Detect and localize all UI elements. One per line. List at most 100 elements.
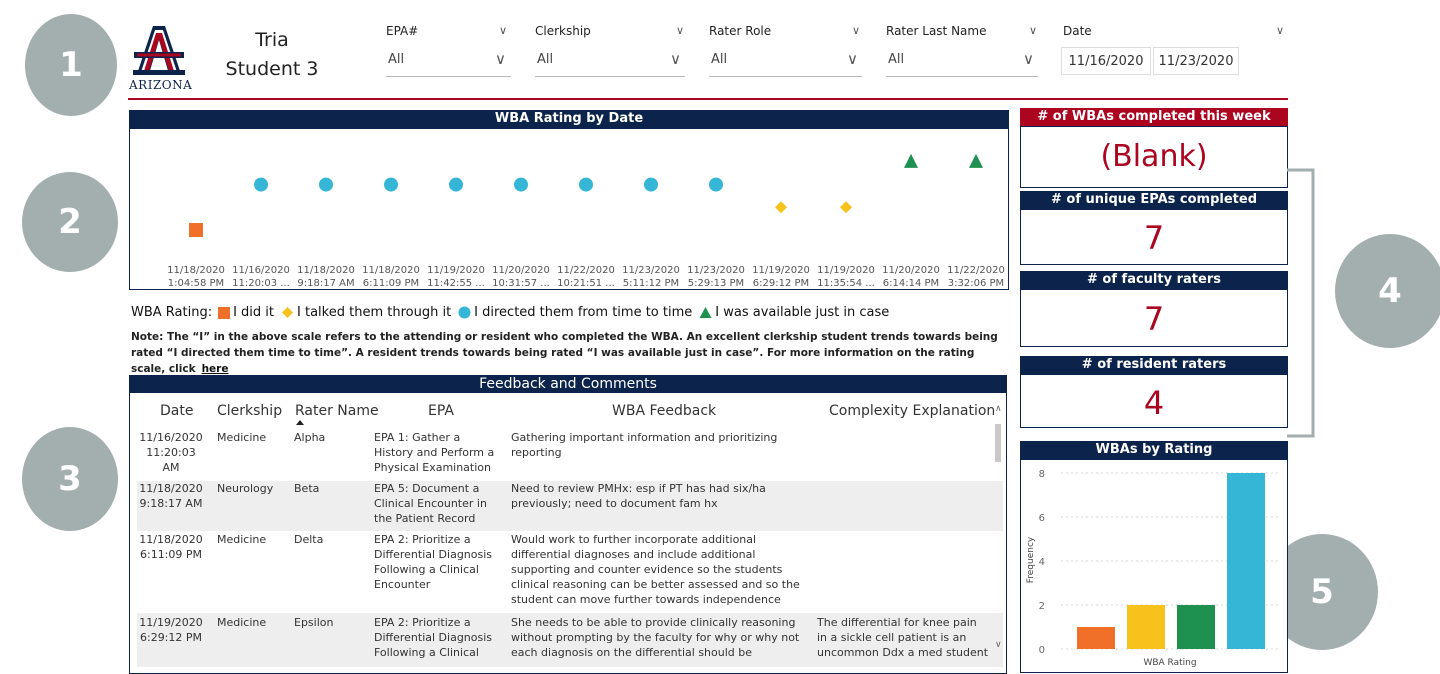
scatter-point[interactable]	[709, 177, 723, 192]
col-header-epa[interactable]: EPA	[428, 403, 454, 419]
scatter-point[interactable]	[644, 177, 658, 192]
scatter-point[interactable]	[514, 177, 528, 192]
kpi-resident-raters-title: # of resident raters	[1020, 356, 1288, 374]
row-rater: Alpha	[294, 431, 326, 444]
kpi-bracket	[1287, 168, 1315, 438]
date-start-input[interactable]: 11/16/2020	[1061, 47, 1151, 75]
bar-2[interactable]	[1127, 605, 1165, 649]
bar-3[interactable]	[1177, 605, 1215, 649]
table-scrollbar[interactable]: ∧ ∨	[993, 400, 1003, 665]
rating-scatter-plot	[189, 153, 983, 237]
clerkship-filter-title: Clerkship	[535, 24, 591, 38]
chevron-down-icon[interactable]: ∨	[1029, 24, 1037, 37]
tick-time: 11:20:03 ...	[232, 278, 290, 289]
rater-role-filter[interactable]: Rater Role ∨ All ∨	[709, 24, 862, 80]
col-header-complexity[interactable]: Complexity Explanation	[829, 403, 995, 419]
col-header-date[interactable]: Date	[160, 403, 193, 419]
dropdown-arrow-icon[interactable]: ∨	[1023, 50, 1034, 68]
chevron-down-icon[interactable]: ∨	[852, 24, 860, 37]
scatter-x-tick-label: 11/18/2020 9:18:17 AM	[293, 264, 359, 290]
legend-diamond-icon	[282, 307, 294, 318]
rater-last-name-filter[interactable]: Rater Last Name ∨ All ∨	[886, 24, 1038, 80]
row-date: 11/16/2020 11:20:03 AM	[139, 431, 203, 474]
dropdown-arrow-icon[interactable]: ∨	[495, 50, 506, 68]
bar-chart-title: WBAs by Rating	[1020, 441, 1288, 459]
kpi-faculty-raters-value: 7	[1143, 300, 1165, 338]
row-feedback: Gathering important information and prio…	[511, 431, 778, 459]
header-divider	[128, 98, 1288, 100]
kpi-wbas-week-card: (Blank)	[1020, 126, 1288, 188]
tick-time: 6:14:14 PM	[882, 278, 940, 289]
kpi-resident-raters-card: 4	[1020, 374, 1288, 428]
scroll-down-icon[interactable]: ∨	[995, 640, 1002, 650]
epa-filter[interactable]: EPA# ∨ All ∨	[386, 24, 511, 80]
bar-y-tick-label: 8	[1039, 469, 1045, 480]
scatter-point[interactable]	[579, 177, 593, 192]
divider	[886, 76, 1038, 77]
col-header-rater-name[interactable]: Rater Name	[295, 403, 379, 419]
legend-item-available: I was available just in case	[715, 305, 890, 320]
row-epa: EPA 2: Prioritize a Differential Diagnos…	[374, 616, 493, 659]
row-complexity: The differential for knee pain in a sick…	[817, 616, 989, 659]
rating-scale-note: Note: The “I” in the above scale refers …	[131, 329, 1011, 377]
scatter-point[interactable]	[189, 223, 203, 237]
scatter-point[interactable]	[904, 153, 918, 168]
scatter-x-tick-label: 11/22/2020 3:32:06 PM	[943, 264, 1009, 290]
chevron-down-icon[interactable]: ∨	[1276, 24, 1284, 37]
row-feedback: Would work to further incorporate additi…	[511, 533, 800, 606]
dropdown-arrow-icon[interactable]: ∨	[670, 50, 681, 68]
scatter-point[interactable]	[969, 153, 983, 168]
scatter-x-tick-label: 11/19/2020 11:35:54 ...	[813, 264, 879, 290]
scatter-point[interactable]	[840, 201, 852, 214]
row-epa: EPA 5: Document a Clinical Encounter in …	[374, 482, 487, 525]
divider	[535, 76, 685, 77]
scatter-point[interactable]	[254, 177, 268, 192]
dropdown-arrow-icon[interactable]: ∨	[847, 50, 858, 68]
tick-time: 11:42:55 ...	[427, 278, 485, 289]
row-rater: Delta	[294, 533, 324, 546]
scatter-x-tick-label: 11/22/2020 10:21:51 ...	[553, 264, 619, 290]
logo-wordmark: ARIZONA	[129, 78, 193, 92]
date-end-input[interactable]: 11/23/2020	[1153, 47, 1239, 75]
kpi-wbas-week-value: (Blank)	[1100, 139, 1208, 174]
bar-1[interactable]	[1077, 627, 1115, 649]
col-header-clerkship[interactable]: Clerkship	[217, 403, 282, 419]
student-name: Tria Student 3	[222, 26, 322, 84]
sort-ascending-icon	[296, 420, 304, 425]
scatter-point[interactable]	[384, 177, 398, 192]
tick-time: 6:11:09 PM	[362, 278, 420, 289]
tick-time: 3:32:06 PM	[947, 278, 1005, 289]
here-link[interactable]: here	[202, 363, 229, 375]
tick-date: 11/18/2020	[362, 265, 420, 276]
scrollbar-thumb[interactable]	[995, 424, 1001, 462]
rater-role-filter-title: Rater Role	[709, 24, 772, 38]
divider	[386, 76, 511, 77]
clerkship-filter[interactable]: Clerkship ∨ All ∨	[535, 24, 685, 80]
rater-last-name-filter-value: All	[888, 52, 905, 67]
scroll-up-icon[interactable]: ∧	[995, 404, 1002, 414]
date-filter-title: Date	[1063, 24, 1092, 38]
tick-date: 11/16/2020	[232, 265, 290, 276]
scatter-x-tick-label: 11/23/2020 5:29:13 PM	[683, 264, 749, 290]
chevron-down-icon[interactable]: ∨	[499, 24, 507, 37]
bar-4[interactable]	[1227, 473, 1265, 649]
kpi-resident-raters-value: 4	[1143, 384, 1165, 422]
kpi-wbas-week-title: # of WBAs completed this week	[1020, 108, 1288, 126]
legend-circle-icon	[458, 306, 471, 319]
bar-y-axis-label: Frequency	[1026, 536, 1036, 583]
scatter-point[interactable]	[775, 201, 787, 214]
scatter-point[interactable]	[319, 177, 333, 192]
legend-item-talked: I talked them through it	[297, 305, 452, 320]
tick-time: 1:04:58 PM	[167, 278, 225, 289]
table-row: 11/18/2020 6:11:09 PM Medicine Delta EPA…	[137, 532, 1003, 612]
row-date: 11/18/2020 9:18:17 AM	[139, 482, 203, 510]
legend-item-did-it: I did it	[233, 305, 275, 320]
table-row: 11/19/2020 6:29:12 PM Medicine Epsilon E…	[137, 613, 1003, 667]
tick-time: 11:35:54 ...	[817, 278, 875, 289]
col-header-wba-feedback[interactable]: WBA Feedback	[612, 403, 716, 419]
row-epa: EPA 1: Gather a History and Perform a Ph…	[374, 431, 495, 474]
scatter-x-tick-label: 11/16/2020 11:20:03 ...	[228, 264, 294, 290]
chevron-down-icon[interactable]: ∨	[676, 24, 684, 37]
scatter-point[interactable]	[449, 177, 463, 192]
tick-date: 11/18/2020	[297, 265, 355, 276]
